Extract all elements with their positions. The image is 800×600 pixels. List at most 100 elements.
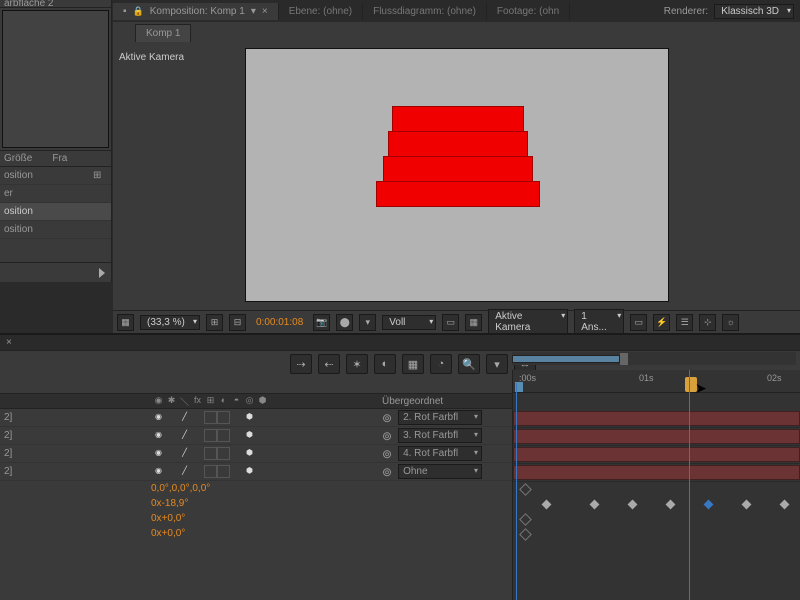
adj-switch-icon[interactable] bbox=[230, 429, 243, 442]
work-area-range[interactable] bbox=[512, 355, 620, 363]
pick-whip-icon[interactable]: ⊚ bbox=[382, 429, 392, 443]
property-value[interactable]: 0x-18,9° bbox=[151, 498, 188, 509]
fx-switch-icon[interactable] bbox=[191, 447, 204, 460]
layer-bar-row[interactable] bbox=[513, 446, 800, 464]
quality-switch-icon[interactable]: ╱ bbox=[178, 447, 191, 460]
project-item[interactable]: osition⊞ bbox=[0, 167, 111, 185]
snapshot-icon[interactable]: 📷 bbox=[313, 314, 330, 331]
layer-bar-row[interactable] bbox=[513, 428, 800, 446]
adj-switch-icon[interactable] bbox=[230, 411, 243, 424]
close-icon[interactable]: × bbox=[6, 337, 12, 348]
work-area-handle[interactable] bbox=[620, 353, 628, 365]
flowchart-icon[interactable]: ⊹ bbox=[699, 314, 716, 331]
keyframe-row[interactable] bbox=[513, 482, 800, 497]
layer-row[interactable]: 2] ◉ ╱ ⬢ bbox=[0, 445, 378, 463]
resolution-dropdown[interactable]: Voll bbox=[382, 315, 436, 330]
close-icon[interactable]: × bbox=[262, 6, 268, 17]
motion-blur-switch[interactable] bbox=[217, 411, 230, 424]
roi-icon[interactable]: ▭ bbox=[442, 314, 459, 331]
search-icon[interactable]: 🔍 bbox=[458, 354, 480, 374]
layer-duration-bar[interactable] bbox=[513, 429, 800, 444]
frame-blend-switch[interactable] bbox=[204, 411, 217, 424]
layer-duration-bar[interactable] bbox=[513, 447, 800, 462]
fx-switch-icon[interactable] bbox=[191, 429, 204, 442]
adj-layer-icon[interactable]: ◎ bbox=[243, 395, 256, 408]
keyframe-icon[interactable] bbox=[704, 500, 714, 510]
keyframe-row[interactable] bbox=[513, 497, 800, 512]
comp-sub-tab[interactable]: Komp 1 bbox=[135, 24, 191, 42]
eyeball-icon[interactable]: ◉ bbox=[152, 447, 165, 460]
expand-icon[interactable] bbox=[99, 268, 105, 278]
dropdown-icon[interactable]: ▾ bbox=[251, 6, 256, 17]
parent-column-header[interactable]: Übergeordnet bbox=[378, 393, 512, 409]
keyframe-icon[interactable] bbox=[742, 500, 752, 510]
composition-canvas[interactable] bbox=[245, 48, 669, 302]
eyeball-icon[interactable]: ◉ bbox=[152, 411, 165, 424]
parent-dropdown[interactable]: 3. Rot Farbfl bbox=[398, 428, 482, 443]
keyframe-icon[interactable] bbox=[780, 500, 790, 510]
pick-whip-icon[interactable]: ⊚ bbox=[382, 465, 392, 479]
fx-switch-icon[interactable] bbox=[191, 411, 204, 424]
red-solids-stack[interactable] bbox=[380, 106, 536, 206]
layer-duration-bar[interactable] bbox=[513, 411, 800, 426]
col-f-header[interactable]: Fra bbox=[52, 153, 67, 164]
playhead[interactable] bbox=[689, 370, 690, 600]
cont-raster-icon[interactable]: ＼ bbox=[178, 395, 191, 408]
quality-switch-icon[interactable]: ╱ bbox=[178, 429, 191, 442]
property-value[interactable]: 0x+0,0° bbox=[151, 513, 185, 524]
transparency-icon[interactable]: ▦ bbox=[465, 314, 482, 331]
shy-switch-icon[interactable] bbox=[165, 447, 178, 460]
pixel-aspect-icon[interactable]: ▭ bbox=[630, 314, 647, 331]
shy-icon[interactable]: ✱ bbox=[165, 395, 178, 408]
adj-switch-icon[interactable] bbox=[230, 465, 243, 478]
color-mgmt-icon[interactable]: ▾ bbox=[359, 314, 376, 331]
zoom-dropdown[interactable]: (33,3 %) bbox=[140, 315, 200, 330]
keyframe-nav-icon[interactable] bbox=[519, 483, 532, 496]
guides-icon[interactable]: ⊟ bbox=[229, 314, 246, 331]
parent-dropdown[interactable]: Ohne bbox=[398, 464, 482, 479]
keyframe-row[interactable] bbox=[513, 527, 800, 542]
dropdown-icon[interactable]: ▾ bbox=[486, 354, 508, 374]
layer-bar-row[interactable] bbox=[513, 464, 800, 482]
grid-icon[interactable]: ⊞ bbox=[206, 314, 223, 331]
quality-switch-icon[interactable]: ╱ bbox=[178, 411, 191, 424]
keyframe-nav-icon[interactable] bbox=[519, 528, 532, 541]
keyframe-icon[interactable] bbox=[666, 500, 676, 510]
channel-icon[interactable]: ⬤ bbox=[336, 314, 353, 331]
parent-dropdown[interactable]: 2. Rot Farbfl bbox=[398, 410, 482, 425]
3d-switch-icon[interactable]: ⬢ bbox=[243, 447, 256, 460]
3d-switch-icon[interactable]: ⬢ bbox=[243, 465, 256, 478]
col-size-header[interactable]: Größe bbox=[4, 153, 32, 164]
shy-switch-icon[interactable] bbox=[165, 465, 178, 478]
renderer-dropdown[interactable]: Klassisch 3D bbox=[714, 4, 794, 19]
shy-switch-icon[interactable] bbox=[165, 429, 178, 442]
pick-whip-icon[interactable]: ⊚ bbox=[382, 411, 392, 425]
quality-icon[interactable]: fx bbox=[191, 395, 204, 408]
motion-blur-switch[interactable] bbox=[217, 429, 230, 442]
adj-switch-icon[interactable] bbox=[230, 447, 243, 460]
3d-layer-icon[interactable]: ⬢ bbox=[256, 395, 269, 408]
tab-footage[interactable]: Footage: (ohn bbox=[487, 3, 570, 20]
frame-blend-switch[interactable] bbox=[204, 465, 217, 478]
project-item[interactable]: er bbox=[0, 185, 111, 203]
tab-composition[interactable]: ▪ 🔒 Komposition: Komp 1 ▾ × bbox=[113, 3, 279, 20]
shy-edit-icon[interactable]: ⇠ bbox=[318, 354, 340, 374]
keyframe-row[interactable] bbox=[513, 512, 800, 527]
shy-switch-icon[interactable] bbox=[165, 411, 178, 424]
shy-toggle-icon[interactable]: ⇢ bbox=[290, 354, 312, 374]
property-value[interactable]: 0,0°,0,0°,0,0° bbox=[151, 483, 210, 494]
layer-duration-bar[interactable] bbox=[513, 465, 800, 480]
brain-icon[interactable]: ▦ bbox=[402, 354, 424, 374]
current-timecode[interactable]: 0:00:01:08 bbox=[252, 317, 307, 328]
keyframe-icon[interactable] bbox=[628, 500, 638, 510]
fast-preview-icon[interactable]: ⚡ bbox=[653, 314, 670, 331]
av-features-icon[interactable]: ◉ bbox=[152, 395, 165, 408]
viewer-area[interactable]: Aktive Kamera bbox=[113, 44, 800, 309]
eyeball-icon[interactable]: ◉ bbox=[152, 429, 165, 442]
seek-marker-icon[interactable] bbox=[685, 377, 697, 392]
tab-flowchart[interactable]: Flussdiagramm: (ohne) bbox=[363, 3, 487, 20]
timeline-graph[interactable]: :00s 01s 02s ➤ bbox=[512, 370, 800, 600]
frame-blend-icon[interactable]: ✶ bbox=[346, 354, 368, 374]
3d-switch-icon[interactable]: ⬢ bbox=[243, 411, 256, 424]
tab-layer[interactable]: Ebene: (ohne) bbox=[279, 3, 363, 20]
